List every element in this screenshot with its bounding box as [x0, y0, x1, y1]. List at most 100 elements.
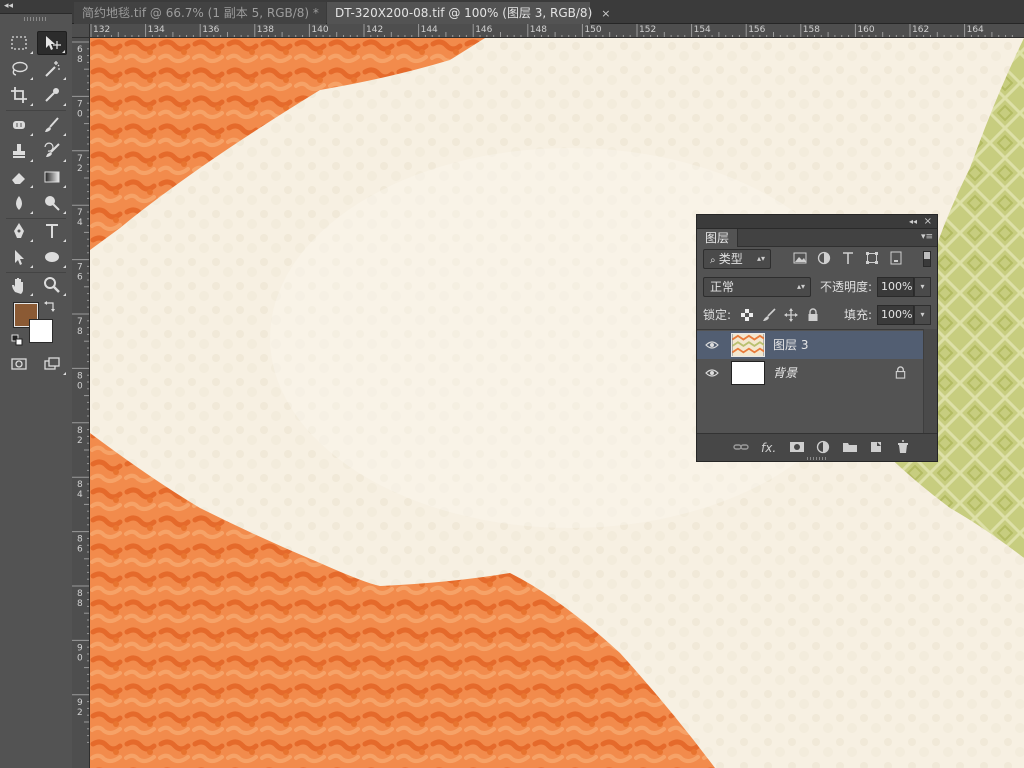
- ruler-label: 8: [77, 589, 83, 599]
- ruler-label: 8: [77, 426, 83, 436]
- eye-icon[interactable]: [705, 366, 719, 380]
- ruler-origin[interactable]: [72, 24, 90, 38]
- opacity-input[interactable]: 100%: [877, 277, 914, 297]
- dodge-icon[interactable]: [37, 191, 67, 215]
- tab-document-2[interactable]: DT-320X200-08.tif @ 100% (图层 3, RGB/8) ×: [327, 2, 610, 24]
- ruler-label: 2: [77, 436, 83, 446]
- gradient-icon[interactable]: [37, 165, 67, 189]
- ruler-label: 162: [912, 25, 929, 35]
- blend-mode-value: 正常: [710, 280, 735, 294]
- eraser-icon[interactable]: [4, 165, 34, 189]
- fill-input[interactable]: 100%: [877, 305, 914, 325]
- layer-name[interactable]: 图层 3: [773, 331, 808, 359]
- ruler-label: 8: [77, 480, 83, 490]
- layer-thumbnail: [731, 361, 765, 385]
- lock-pixels-icon[interactable]: [762, 308, 778, 324]
- layer-name[interactable]: 背景: [773, 359, 797, 387]
- ruler-label: 142: [366, 25, 383, 35]
- ruler-label: 6: [77, 273, 83, 283]
- ruler-label: 160: [857, 25, 874, 35]
- rectangular-marquee-icon[interactable]: [4, 31, 34, 55]
- shape-filter-icon[interactable]: [865, 251, 881, 267]
- fill-label: 填充:: [844, 308, 873, 322]
- ruler-label: 140: [311, 25, 328, 35]
- tools-collapse-bar[interactable]: ◂◂: [0, 0, 72, 14]
- smart-object-filter-icon[interactable]: [889, 251, 905, 267]
- tab-document-1[interactable]: 简约地毯.tif @ 66.7% (1 副本 5, RGB/8) *×: [74, 2, 337, 24]
- ellipse-icon[interactable]: [37, 245, 67, 269]
- move-tool-icon[interactable]: [37, 31, 67, 55]
- zoom-icon[interactable]: [37, 273, 67, 297]
- layer-row-background[interactable]: 背景: [697, 359, 923, 387]
- layers-panel-tabs: 图层 ▾≡: [697, 229, 937, 247]
- lasso-icon[interactable]: [4, 57, 34, 81]
- ruler-label: 2: [77, 708, 83, 718]
- chevron-updown-icon: ▴▾: [756, 254, 765, 263]
- eyedropper-icon[interactable]: [37, 83, 67, 107]
- type-icon[interactable]: [37, 219, 67, 243]
- spot-healing-icon[interactable]: [4, 113, 34, 137]
- pen-icon[interactable]: [4, 219, 34, 243]
- lock-all-icon[interactable]: [806, 308, 822, 324]
- panel-close-icon[interactable]: ×: [924, 215, 932, 228]
- ruler-label: 150: [584, 25, 601, 35]
- ruler-label: 0: [77, 381, 83, 391]
- layer-filter-kind-dropdown[interactable]: ⌕ 类型 ▴▾: [703, 249, 771, 269]
- tab-label: 简约地毯.tif @ 66.7% (1 副本 5, RGB/8) *: [82, 6, 319, 20]
- blend-mode-dropdown[interactable]: 正常 ▴▾: [703, 277, 811, 297]
- ruler-label: 7: [77, 317, 83, 327]
- brush-icon[interactable]: [37, 113, 67, 137]
- opacity-dropdown-button[interactable]: ▾: [914, 277, 931, 297]
- fx-icon[interactable]: fx.: [761, 440, 783, 456]
- filter-toggle-switch[interactable]: [923, 251, 931, 267]
- ruler-label: 158: [803, 25, 820, 35]
- layers-panel-titlebar[interactable]: ◂◂ ×: [697, 215, 937, 229]
- tools-grip[interactable]: [24, 17, 46, 21]
- eye-icon[interactable]: [705, 338, 719, 352]
- screen-mode-icon[interactable]: [37, 352, 67, 376]
- type-filter-icon[interactable]: [841, 251, 857, 267]
- fill-dropdown-button[interactable]: ▾: [914, 305, 931, 325]
- add-mask-icon[interactable]: [789, 440, 805, 456]
- background-color-swatch[interactable]: [29, 319, 53, 343]
- panel-menu-icon[interactable]: ▾≡: [921, 232, 933, 242]
- lock-position-icon[interactable]: [784, 308, 800, 324]
- new-layer-icon[interactable]: [868, 440, 884, 456]
- ruler-label: 6: [77, 45, 83, 55]
- panel-resize-grip[interactable]: [807, 457, 827, 460]
- tab-layers[interactable]: 图层: [697, 229, 739, 247]
- ruler-label: 136: [202, 25, 219, 35]
- vertical-ruler[interactable]: 68707274767880828486889092: [72, 38, 90, 768]
- layer-row-layer-3[interactable]: 图层 3: [697, 331, 923, 359]
- ruler-label: 4: [77, 490, 83, 500]
- close-icon[interactable]: ×: [601, 7, 610, 20]
- clone-stamp-icon[interactable]: [4, 139, 34, 163]
- panel-collapse-icon[interactable]: ◂◂: [909, 215, 917, 228]
- search-icon: ⌕: [710, 255, 719, 266]
- default-colors-icon[interactable]: [11, 334, 23, 346]
- crop-icon[interactable]: [4, 83, 34, 107]
- path-selection-icon[interactable]: [4, 245, 34, 269]
- new-group-icon[interactable]: [842, 440, 858, 456]
- adjustment-filter-icon[interactable]: [817, 251, 833, 267]
- quick-mask-icon[interactable]: [4, 352, 34, 376]
- adjustment-layer-icon[interactable]: [815, 440, 831, 456]
- trash-icon[interactable]: [895, 440, 911, 456]
- lock-transparent-icon[interactable]: [740, 308, 756, 324]
- horizontal-ruler[interactable]: 132 134 136 138 140 142 144 146 148 150 152 154 156 1…: [90, 24, 1024, 38]
- hand-icon[interactable]: [4, 273, 34, 297]
- image-filter-icon[interactable]: [793, 251, 809, 267]
- ruler-label: 9: [77, 698, 83, 708]
- layer-thumbnail: [731, 333, 765, 357]
- collapse-icon[interactable]: ◂◂: [4, 0, 13, 13]
- ruler-label: 9: [77, 643, 83, 653]
- blur-icon[interactable]: [4, 191, 34, 215]
- swap-colors-icon[interactable]: [43, 299, 57, 313]
- tab-label: DT-320X200-08.tif @ 100% (图层 3, RGB/8): [335, 6, 593, 20]
- magic-wand-icon[interactable]: [37, 57, 67, 81]
- filter-kind-value: 类型: [718, 252, 743, 266]
- history-brush-icon[interactable]: [37, 139, 67, 163]
- ruler-label: 2: [77, 164, 83, 174]
- link-layers-icon[interactable]: [733, 440, 749, 456]
- layers-scrollbar[interactable]: [923, 329, 937, 433]
